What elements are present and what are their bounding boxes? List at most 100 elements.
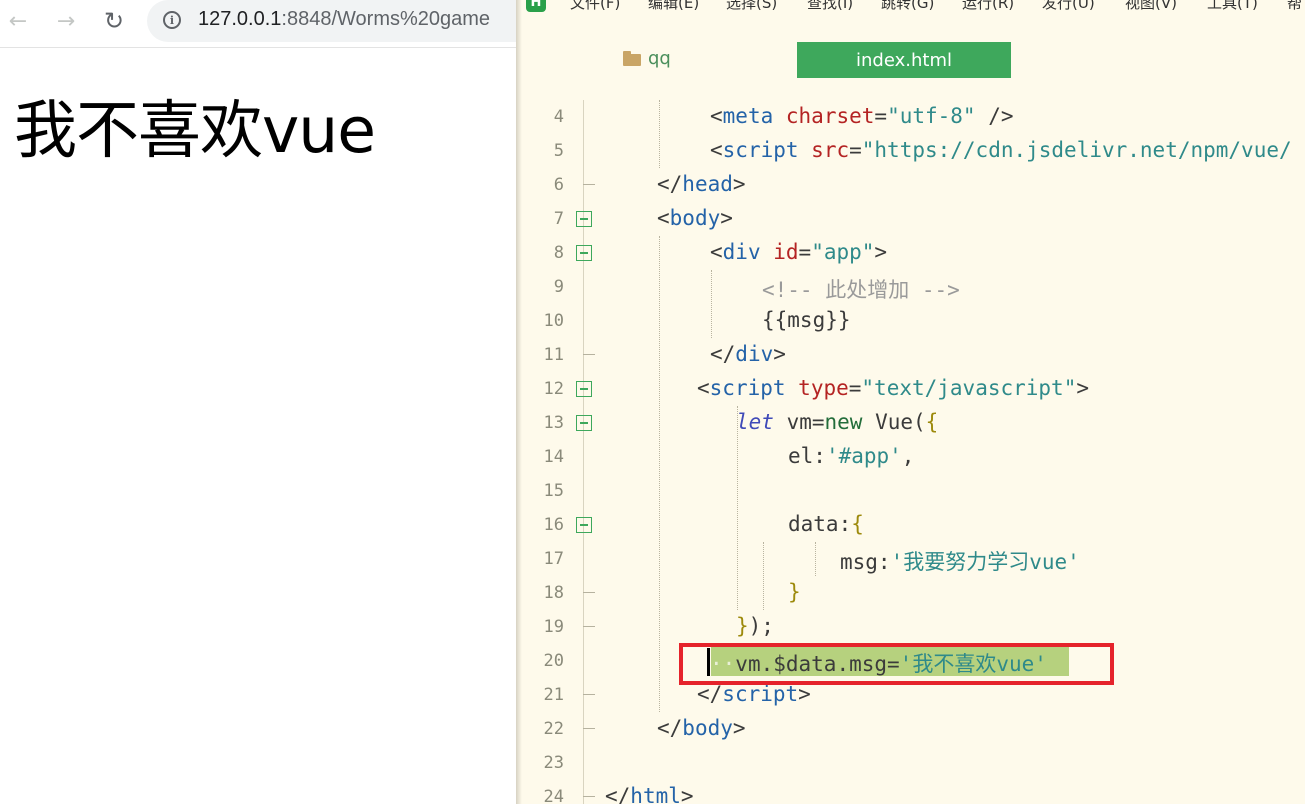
code-line: 5 <script src="https://cdn.jsdelivr.net/… <box>516 133 1305 167</box>
tab-bar: qq index.html <box>516 40 1305 78</box>
code-text: <script type="text/javascript"> <box>697 376 1089 400</box>
url-path: :8848/Worms%20game <box>281 8 491 30</box>
menu-tools[interactable]: 工具(T) <box>1207 0 1258 13</box>
code-line: 11 </div> <box>516 337 1305 371</box>
fold-toggle-button[interactable] <box>576 211 592 227</box>
line-number: 11 <box>543 345 564 365</box>
code-line: 12 <script type="text/javascript"> <box>516 371 1305 405</box>
url-host: 127.0.0.1 <box>198 8 282 30</box>
code-line: 14 el:'#app', <box>516 439 1305 473</box>
fold-end-marker <box>583 354 595 355</box>
menu-help[interactable]: 帮 <box>1287 0 1302 13</box>
code-text: } <box>788 580 801 604</box>
code-text: <meta charset="utf-8" /> <box>710 104 1014 128</box>
fold-toggle-button[interactable] <box>576 517 592 533</box>
code-line: 19 }); <box>516 609 1305 643</box>
code-line: 16 data:{ <box>516 507 1305 541</box>
hbuilder-logo-icon[interactable]: H <box>526 0 546 12</box>
code-line: 15 <box>516 473 1305 507</box>
line-number: 8 <box>553 243 564 263</box>
menu-publish[interactable]: 发行(U) <box>1042 0 1095 13</box>
line-number: 13 <box>543 413 564 433</box>
address-bar[interactable]: i 127.0.0.1:8848/Worms%20game <box>147 0 547 42</box>
menu-file[interactable]: 文件(F) <box>570 0 620 13</box>
code-text: </body> <box>657 716 746 740</box>
line-number: 7 <box>553 209 564 229</box>
fold-toggle-button[interactable] <box>576 415 592 431</box>
code-text: </script> <box>697 682 811 706</box>
fold-end-marker <box>583 796 595 797</box>
menu-bar: H 文件(F) 编辑(E) 选择(S) 查找(I) 跳转(G) 运行(R) 发行… <box>516 0 1305 14</box>
fold-end-marker <box>583 728 595 729</box>
line-number: 5 <box>553 141 564 161</box>
arrow-right-icon: → <box>56 8 76 34</box>
code-text: msg:'我要努力学习vue' <box>840 550 1080 574</box>
menu-select[interactable]: 选择(S) <box>726 0 777 13</box>
code-line: 8 <div id="app"> <box>516 235 1305 269</box>
forward-button[interactable]: → <box>51 6 81 36</box>
line-number: 16 <box>543 515 564 535</box>
line-number: 6 <box>553 175 564 195</box>
fold-end-marker <box>583 592 595 593</box>
fold-toggle-button[interactable] <box>576 245 592 261</box>
code-comment: <!-- 此处增加 --> <box>762 278 960 302</box>
line-number: 19 <box>543 617 564 637</box>
page-heading: 我不喜欢vue <box>14 94 376 167</box>
code-text: <div id="app"> <box>710 240 888 264</box>
code-text: }); <box>736 614 774 638</box>
red-annotation-box <box>679 643 1114 685</box>
code-text: data:{ <box>788 512 864 536</box>
project-name[interactable]: qq <box>648 48 671 69</box>
tab-label: index.html <box>856 49 952 71</box>
code-line: 13 let vm=new Vue({ <box>516 405 1305 439</box>
fold-end-marker <box>583 184 595 185</box>
line-number: 9 <box>553 277 564 297</box>
folder-icon <box>623 51 641 66</box>
code-text: <body> <box>657 206 733 230</box>
reload-button[interactable]: ↻ <box>99 6 129 36</box>
menu-edit[interactable]: 编辑(E) <box>648 0 699 13</box>
code-text: let vm=new Vue({ <box>736 410 939 434</box>
code-text: {{msg}} <box>762 308 851 332</box>
line-number: 23 <box>543 753 564 773</box>
menu-run[interactable]: 运行(R) <box>962 0 1014 13</box>
line-number: 12 <box>543 379 564 399</box>
code-line: 4 <meta charset="utf-8" /> <box>516 99 1305 133</box>
code-text: el:'#app', <box>788 444 915 468</box>
line-number: 24 <box>543 787 564 804</box>
code-text: </html> <box>605 784 694 804</box>
menu-view[interactable]: 视图(V) <box>1125 0 1177 13</box>
code-line: 7 <body> <box>516 201 1305 235</box>
code-line: 17 msg:'我要努力学习vue' <box>516 541 1305 575</box>
line-number: 22 <box>543 719 564 739</box>
info-icon[interactable]: i <box>163 11 181 29</box>
line-number: 4 <box>553 107 564 127</box>
browser-window: ← → ↻ i 127.0.0.1:8848/Worms%20game 我不喜欢… <box>0 0 547 804</box>
menu-find[interactable]: 查找(I) <box>807 0 853 13</box>
tab-index-html[interactable]: index.html <box>797 42 1011 78</box>
menu-goto[interactable]: 跳转(G) <box>881 0 934 13</box>
line-number: 21 <box>543 685 564 705</box>
code-line: 18 } <box>516 575 1305 609</box>
url-text[interactable]: 127.0.0.1:8848/Worms%20game <box>198 8 490 31</box>
code-line: 6 </head> <box>516 167 1305 201</box>
fold-end-marker <box>583 694 595 695</box>
line-number: 14 <box>543 447 564 467</box>
back-button[interactable]: ← <box>3 6 33 36</box>
fold-toggle-button[interactable] <box>576 381 592 397</box>
code-text: </head> <box>657 172 746 196</box>
code-line: 22 </body> <box>516 711 1305 745</box>
code-line: 23 <box>516 745 1305 779</box>
line-number: 18 <box>543 583 564 603</box>
arrow-left-icon: ← <box>8 8 28 34</box>
code-line: 9 <!-- 此处增加 --> <box>516 269 1305 303</box>
code-line: 24 </html> <box>516 779 1305 804</box>
code-line: 10 {{msg}} <box>516 303 1305 337</box>
code-text: <script src="https://cdn.jsdelivr.net/np… <box>710 138 1292 162</box>
reload-icon: ↻ <box>103 7 125 35</box>
fold-end-marker <box>583 626 595 627</box>
browser-toolbar: ← → ↻ i 127.0.0.1:8848/Worms%20game <box>0 0 547 48</box>
line-number: 15 <box>543 481 564 501</box>
code-text: </div> <box>710 342 786 366</box>
line-number: 20 <box>543 651 564 671</box>
